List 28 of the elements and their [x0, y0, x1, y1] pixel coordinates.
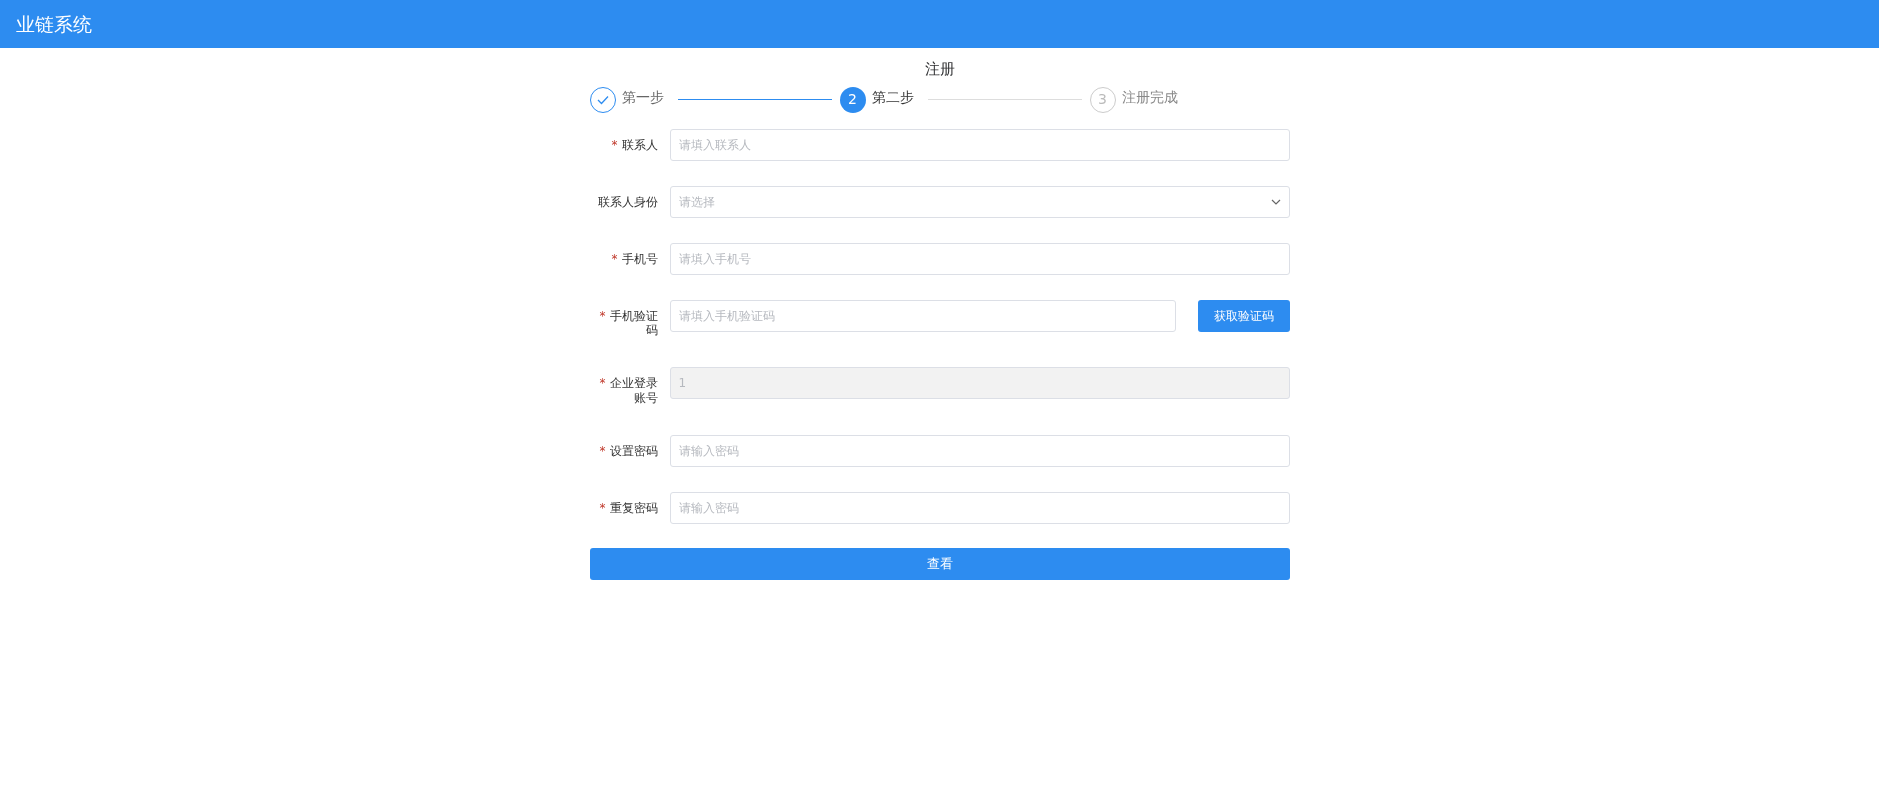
field-label: 手机验证码	[609, 308, 658, 337]
view-button[interactable]: 查看	[589, 548, 1290, 581]
input-field[interactable]: 请填入手机验证码	[669, 299, 1176, 332]
field-label: 联系人	[621, 137, 658, 152]
field-label: 企业登录账号	[609, 376, 658, 405]
step-number: 2	[839, 86, 866, 113]
step-label: 第二步	[871, 88, 914, 107]
step-label: 第一步	[621, 88, 664, 107]
get-code-button[interactable]: 获取验证码	[1197, 299, 1290, 332]
required-mark: *	[599, 444, 606, 459]
select-field[interactable]: 请选择	[669, 185, 1290, 218]
required-mark: *	[599, 376, 606, 391]
app-title: 业链系统	[16, 11, 92, 37]
required-mark: *	[611, 137, 618, 152]
field-label: 重复密码	[609, 501, 658, 516]
chevron-down-icon	[1270, 198, 1281, 205]
required-mark: *	[599, 308, 606, 323]
field-label: 手机号	[621, 251, 658, 266]
step-label: 注册完成	[1121, 88, 1178, 107]
page-title: 注册	[923, 59, 956, 80]
field-label: 联系人身份	[597, 194, 658, 209]
field-label: 设置密码	[609, 444, 658, 459]
required-mark: *	[611, 251, 618, 266]
input-field[interactable]: 请输入密码	[669, 435, 1290, 468]
input-field[interactable]: 请输入密码	[669, 492, 1290, 525]
input-field[interactable]: 请填入手机号	[669, 242, 1290, 275]
input-field[interactable]: 请填入联系人	[669, 128, 1290, 161]
required-mark: *	[599, 501, 606, 516]
